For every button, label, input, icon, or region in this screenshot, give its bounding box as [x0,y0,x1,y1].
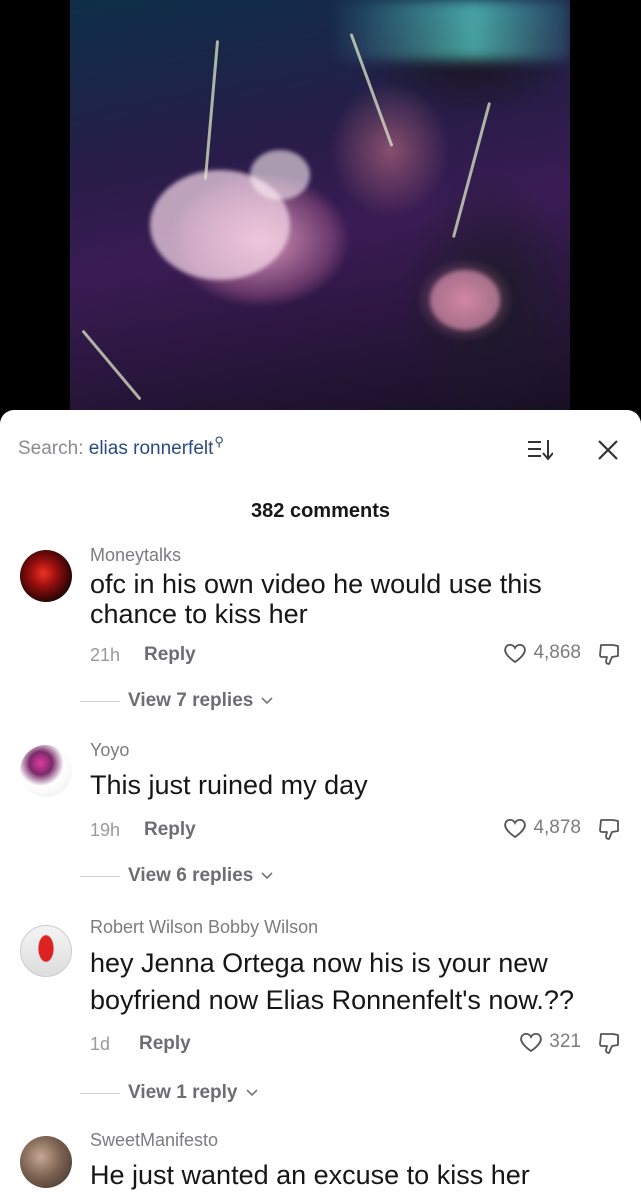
search-query[interactable]: elias ronnerfelt [89,438,214,459]
like-count: 4,868 [533,642,581,663]
view-replies-button[interactable]: View 7 replies [80,690,273,712]
comment-text: He just wanted an excuse to kiss her [90,1160,530,1190]
dislike-icon[interactable] [597,641,623,667]
dislike-icon[interactable] [597,816,623,842]
search-icon[interactable]: ⚲ [214,434,224,449]
comment-text: This just ruined my day [90,770,368,800]
view-replies-label: View 6 replies [128,865,254,886]
comment-text: hey Jenna Ortega now his is your new boy… [90,948,574,1015]
like-count: 4,878 [533,817,581,838]
chevron-down-icon [261,697,273,705]
heart-icon [504,818,527,839]
reply-button[interactable]: Reply [139,1033,191,1055]
comment-username[interactable]: Moneytalks [90,545,181,566]
comment-time: 1d [90,1034,111,1054]
comment-username[interactable]: SweetManifesto [90,1130,218,1151]
avatar[interactable] [20,745,72,797]
comment-time: 21h [90,645,121,665]
reply-button[interactable]: Reply [144,644,196,666]
view-replies-label: View 7 replies [128,690,254,711]
chevron-down-icon [245,1089,258,1097]
sort-icon[interactable] [527,438,553,462]
comment-username[interactable]: Yoyo [90,740,129,761]
view-replies-button[interactable]: View 6 replies [80,865,273,887]
avatar[interactable] [20,925,72,977]
comment-text: ofc in his own video he would use this c… [90,569,542,629]
video-frame [70,0,570,420]
close-icon[interactable] [596,438,620,462]
comments-sheet: Search: elias ronnerfelt⚲ 382 comments M… [0,410,641,1200]
search-row[interactable]: Search: elias ronnerfelt⚲ [18,434,224,460]
comment-time: 19h [90,820,121,840]
avatar[interactable] [20,550,72,602]
video-player[interactable] [0,0,641,420]
view-replies-label: View 1 reply [128,1082,238,1103]
chevron-down-icon [261,872,273,880]
avatar[interactable] [20,1136,72,1188]
search-prefix: Search: [18,438,84,459]
like-count: 321 [549,1031,581,1052]
comment-username[interactable]: Robert Wilson Bobby Wilson [90,917,318,938]
like-button[interactable]: 4,868 [503,642,581,664]
view-replies-button[interactable]: View 1 reply [80,1082,258,1104]
dislike-icon[interactable] [597,1030,623,1056]
comment-count: 382 comments [251,500,390,522]
heart-icon [504,643,527,664]
like-button[interactable]: 4,878 [503,817,581,839]
reply-button[interactable]: Reply [144,819,196,841]
like-button[interactable]: 321 [519,1031,581,1053]
heart-icon [520,1032,543,1053]
